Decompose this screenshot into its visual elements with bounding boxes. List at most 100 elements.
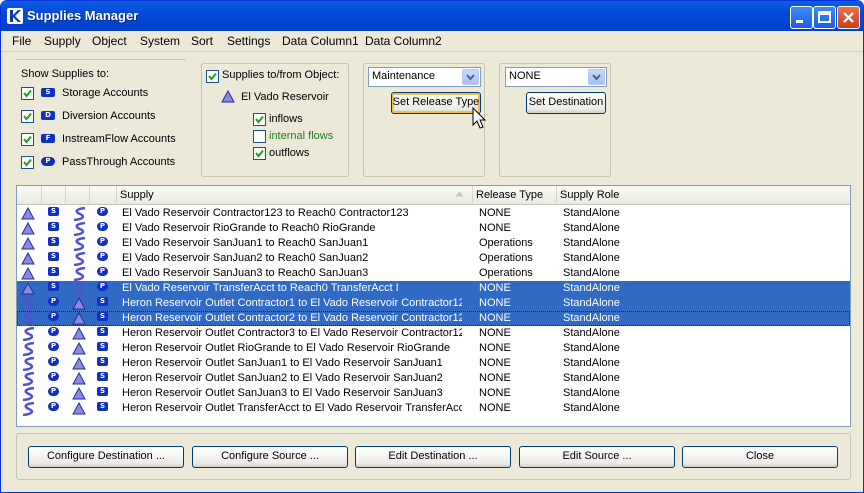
diversion-badge-icon: D [41,111,55,120]
release-type-value: Maintenance [372,70,435,82]
release-type-cell: NONE [479,297,511,309]
menu-file[interactable]: File [12,34,31,48]
passthrough-accounts-label: PassThrough Accounts [62,156,176,168]
header-release-type[interactable]: Release Type [473,186,557,204]
reach-icon [22,297,35,311]
reservoir-icon [21,282,35,295]
configure-destination-button[interactable]: Configure Destination ... [28,446,184,468]
storage-badge-icon: S [48,267,59,276]
passthrough-badge-icon: P [48,327,59,336]
passthrough-badge-icon: P [97,237,108,246]
menu-supply[interactable]: Supply [44,34,81,48]
release-type-select[interactable]: Maintenance [368,67,481,87]
destination-select[interactable]: NONE [505,67,607,87]
menu-sort[interactable]: Sort [191,34,213,48]
chevron-down-icon[interactable] [462,69,479,85]
reach-icon [73,252,86,266]
set-release-type-button[interactable]: Set Release Type [391,92,481,114]
supply-role-cell: StandAlone [563,282,620,294]
object-name: El Vado Reservoir [241,91,329,103]
header-supply-label: Supply [120,189,154,201]
passthrough-badge-icon: P [48,372,59,381]
release-type-cell: NONE [479,372,511,384]
release-type-group: Maintenance Set Release Type [363,63,485,177]
set-destination-button[interactable]: Set Destination [526,92,606,114]
menu-settings[interactable]: Settings [227,34,270,48]
storage-accounts-checkbox[interactable] [21,87,34,100]
header-supply-role[interactable]: Supply Role [557,186,850,204]
reach-icon [22,312,35,326]
inflows-checkbox[interactable] [253,113,266,126]
menu-data-column1[interactable]: Data Column1 [282,34,359,48]
table-row[interactable]: S P El Vado Reservoir RioGrande to Reach0 … [17,221,850,236]
header-icon-col-3[interactable] [66,186,90,204]
maximize-button[interactable] [813,6,836,29]
reservoir-icon [21,267,35,280]
supply-cell: Heron Reservoir Outlet Contractor1 to El… [122,297,462,309]
passthrough-badge-icon: P [97,207,108,216]
minimize-button[interactable] [790,6,813,29]
close-window-button[interactable] [837,6,860,29]
storage-badge-icon: S [48,282,59,291]
passthrough-badge-icon: P [97,267,108,276]
close-button[interactable]: Close [682,446,838,468]
storage-badge-icon: S [48,237,59,246]
reservoir-icon [72,387,86,400]
table-row[interactable]: S P El Vado Reservoir SanJuan1 to Reach0 S… [17,236,850,251]
table-row[interactable]: P S Heron Reservoir Outlet SanJuan3 to El … [17,386,850,401]
supplies-to-from-object-checkbox[interactable] [206,70,219,83]
table-row[interactable]: P S Heron Reservoir Outlet Contractor3 to … [17,326,850,341]
diversion-accounts-checkbox[interactable] [21,110,34,123]
supply-cell: El Vado Reservoir RioGrande to Reach0 Ri… [122,222,376,234]
edit-destination-button[interactable]: Edit Destination ... [355,446,511,468]
storage-badge-icon: S [41,88,55,97]
header-icon-col-4[interactable] [90,186,117,204]
table-header: Supply Release Type Supply Role [17,186,850,205]
reach-icon [73,282,86,296]
release-type-cell: NONE [479,327,511,339]
storage-badge-icon: S [97,357,108,366]
supply-cell: Heron Reservoir Outlet Contractor3 to El… [122,327,462,339]
supply-cell: El Vado Reservoir SanJuan3 to Reach0 San… [122,267,369,279]
table-row[interactable]: S P El Vado Reservoir SanJuan2 to Reach0 S… [17,251,850,266]
header-supply[interactable]: Supply [117,186,473,204]
menu-data-column2[interactable]: Data Column2 [365,34,442,48]
chevron-down-icon[interactable] [588,69,605,85]
table-row[interactable]: P S Heron Reservoir Outlet Contractor1 to … [17,296,850,311]
table-row[interactable]: P S Heron Reservoir Outlet RioGrande to El… [17,341,850,356]
outflows-checkbox[interactable] [253,147,266,160]
configure-source-button[interactable]: Configure Source ... [192,446,348,468]
header-icon-col-2[interactable] [42,186,66,204]
table-row[interactable]: P S Heron Reservoir Outlet SanJuan2 to El … [17,371,850,386]
table-row[interactable]: P S Heron Reservoir Outlet SanJuan1 to El … [17,356,850,371]
sort-ascending-icon [455,191,464,197]
passthrough-badge-icon: P [48,357,59,366]
edit-source-button[interactable]: Edit Source ... [519,446,675,468]
supply-role-cell: StandAlone [563,222,620,234]
instreamflow-accounts-checkbox[interactable] [21,133,34,146]
table-row[interactable]: P S Heron Reservoir Outlet Contractor2 to … [17,311,850,326]
storage-badge-icon: S [97,402,108,411]
header-supply-role-label: Supply Role [560,189,620,201]
menu-object[interactable]: Object [92,34,127,48]
title-bar[interactable]: Supplies Manager [1,1,863,31]
internal-flows-label: internal flows [269,130,334,142]
supply-cell: Heron Reservoir Outlet RioGrande to El V… [122,342,451,354]
menu-system[interactable]: System [140,34,180,48]
reach-icon [22,342,35,356]
table-row[interactable]: P S Heron Reservoir Outlet TransferAcct to… [17,401,850,416]
menu-bar: File Supply Object System Sort Settings … [1,31,863,52]
table-row[interactable]: S P El Vado Reservoir TransferAcct to Reac… [17,281,850,296]
release-type-cell: Operations [479,252,533,264]
passthrough-accounts-checkbox[interactable] [21,156,34,169]
supplies-table: Supply Release Type Supply Role S P El Vad… [16,185,851,427]
internal-flows-checkbox[interactable] [253,130,266,143]
table-row[interactable]: S P El Vado Reservoir Contractor123 to Rea… [17,206,850,221]
table-row[interactable]: S P El Vado Reservoir SanJuan3 to Reach0 S… [17,266,850,281]
supplies-to-from-object-label: Supplies to/from Object: [222,69,340,81]
storage-accounts-label: Storage Accounts [62,87,149,99]
storage-badge-icon: S [97,372,108,381]
header-icon-col-1[interactable] [17,186,42,204]
storage-badge-icon: S [97,297,108,306]
passthrough-badge-icon: P [97,282,108,291]
